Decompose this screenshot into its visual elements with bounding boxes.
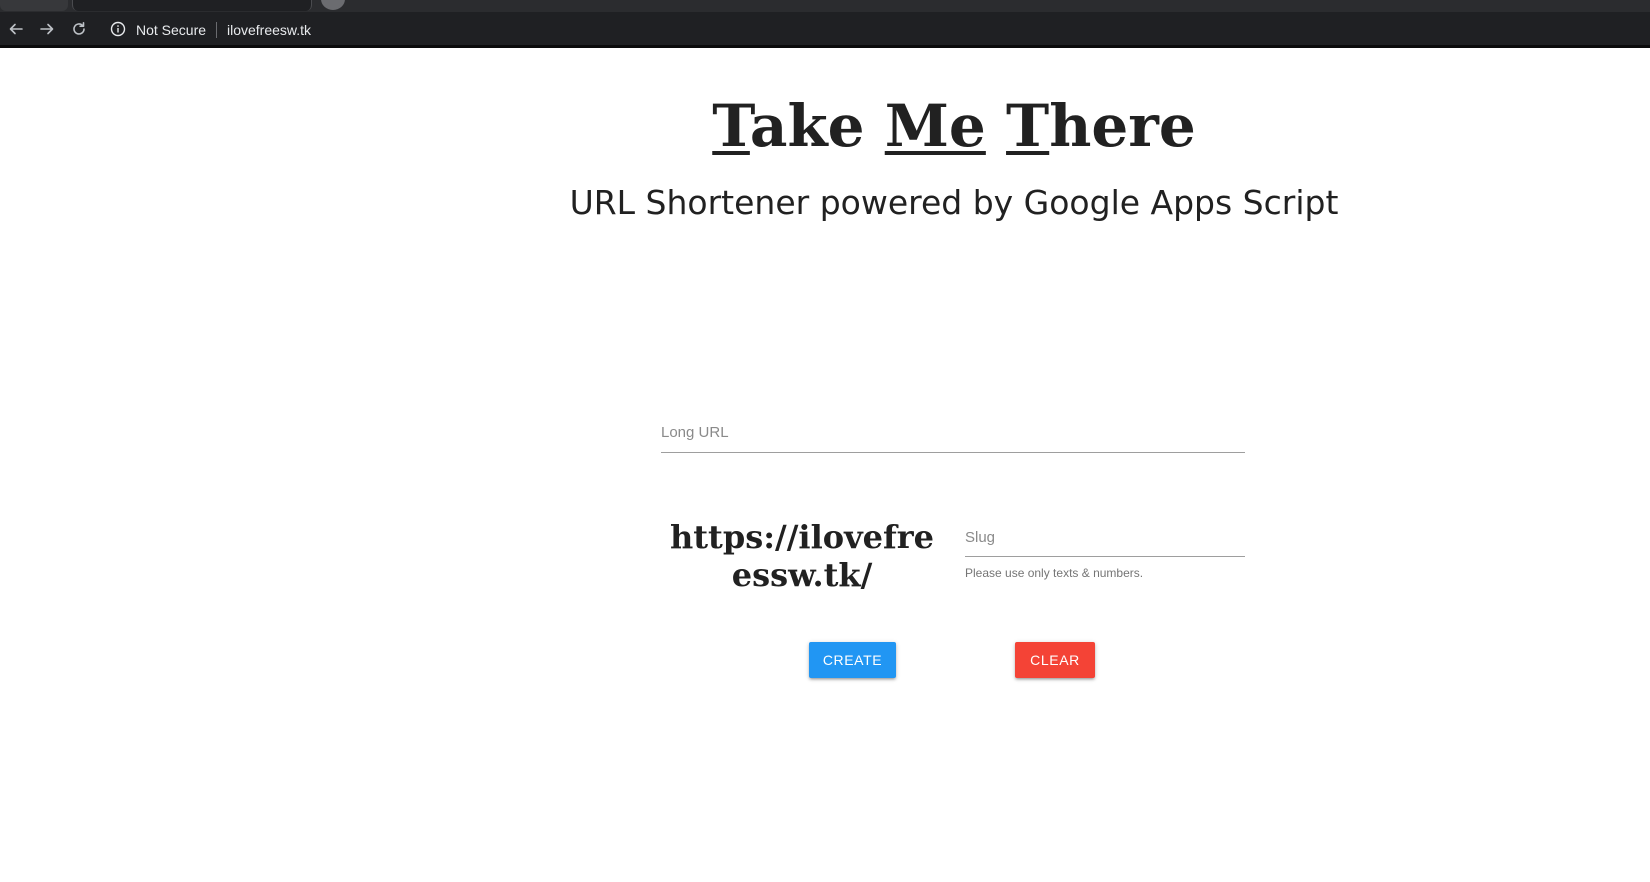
slug-helper-text: Please use only texts & numbers. [965,566,1144,580]
address-url[interactable]: ilovefreesw.tk [227,21,311,39]
title-rest: ake [749,92,865,160]
toolbar-border [0,45,1650,48]
title-initial: T [712,92,750,160]
back-button[interactable] [5,18,27,40]
title-word: Me [885,92,986,160]
title-word: There [1006,92,1196,160]
title-initial: T [1006,92,1050,160]
page-title: Take Me There [0,90,1650,162]
forward-button[interactable] [36,18,58,40]
browser-tab[interactable] [0,0,68,11]
title-word: Take [712,92,864,160]
arrow-left-icon [9,23,23,35]
title-initial: Me [884,92,986,160]
slug-field [965,518,1245,557]
arrow-right-icon [40,23,54,35]
create-button[interactable]: CREATE [809,642,896,678]
page-subtitle: URL Shortener powered by Google Apps Scr… [569,183,1339,222]
reload-icon [73,22,85,35]
long-url-input[interactable] [661,413,1245,452]
omnibox-divider [216,22,217,38]
security-status[interactable]: Not Secure [136,21,206,39]
reload-button[interactable] [68,18,90,40]
browser-tab-active[interactable] [72,0,312,11]
long-url-field [661,413,1245,453]
slug-input[interactable] [965,518,1245,556]
clear-button[interactable]: CLEAR [1015,642,1095,678]
short-domain-prefix: https://ilovefreessw.tk/ [670,518,934,594]
title-rest: here [1049,92,1196,160]
info-icon[interactable] [110,21,126,37]
